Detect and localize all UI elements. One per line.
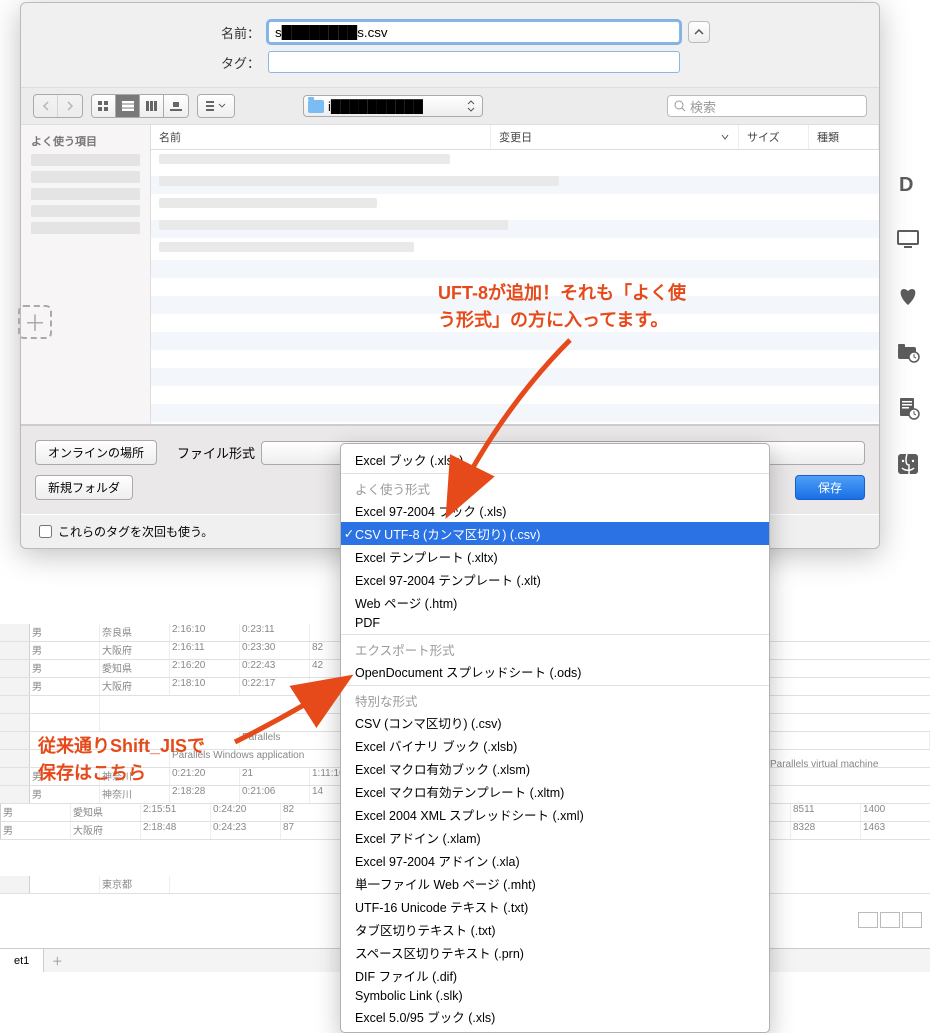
sheet-view-buttons[interactable]	[858, 912, 922, 928]
format-item[interactable]: Excel アドイン (.xlam)	[341, 826, 769, 849]
view-break-icon	[902, 912, 922, 928]
name-label: 名前：	[190, 23, 260, 42]
file-format-dropdown[interactable]: Excel ブック (.xlsx) よく使う形式 Excel 97-2004 ブ…	[340, 443, 770, 1033]
new-folder-button[interactable]: 新規フォルダ	[35, 475, 133, 500]
format-item[interactable]: CSV (コンマ区切り) (.csv)	[341, 711, 769, 734]
sidebar: よく使う項目	[21, 125, 151, 424]
nav-back-forward	[33, 94, 83, 118]
chevron-up-icon	[694, 27, 704, 37]
format-item[interactable]: DIF ファイル (.dif)	[341, 964, 769, 987]
view-mode-group	[91, 94, 189, 118]
format-item[interactable]: Excel 2004 XML スプレッドシート (.xml)	[341, 803, 769, 826]
search-icon	[674, 100, 686, 112]
view-layout-icon	[880, 912, 900, 928]
filename-input[interactable]	[268, 21, 680, 43]
finder-icon[interactable]	[894, 450, 922, 478]
sheet-tab[interactable]: et1	[0, 949, 44, 972]
heart-icon[interactable]	[894, 282, 922, 310]
format-item[interactable]: Excel 97-2004 テンプレート (.xlt)	[341, 568, 769, 591]
view-icon-button[interactable]	[92, 95, 116, 117]
online-locations-button[interactable]: オンラインの場所	[35, 440, 157, 465]
browser-toolbar: i██████████ 検索	[21, 87, 879, 125]
format-item[interactable]: PDF	[341, 614, 769, 632]
search-input[interactable]: 検索	[667, 95, 867, 117]
col-name: 名前	[151, 125, 491, 149]
format-item[interactable]: Excel 97-2004 アドイン (.xla)	[341, 849, 769, 872]
insert-cell-marker[interactable]: ＋	[18, 305, 52, 339]
format-item[interactable]: Web ページ (.htm)	[341, 591, 769, 614]
file-list[interactable]	[151, 150, 879, 424]
expand-browser-button[interactable]	[688, 21, 710, 43]
format-item[interactable]: Symbolic Link (.slk)	[341, 987, 769, 1005]
sidebar-favorites-header: よく使う項目	[31, 133, 140, 149]
save-button[interactable]: 保存	[795, 475, 865, 500]
format-group-header: エクスポート形式	[341, 637, 769, 660]
view-column-button[interactable]	[140, 95, 164, 117]
group-by-select[interactable]	[197, 94, 235, 118]
file-format-label: ファイル形式	[177, 443, 255, 462]
view-coverflow-button[interactable]	[164, 95, 188, 117]
format-item[interactable]: 単一ファイル Web ページ (.mht)	[341, 872, 769, 895]
add-sheet-button[interactable]: ＋	[44, 953, 70, 969]
page-clock-icon[interactable]	[894, 394, 922, 422]
folder-icon	[308, 100, 324, 113]
file-list-headers[interactable]: 名前 変更日 サイズ 種類	[151, 125, 879, 150]
format-group-header: 特別な形式	[341, 688, 769, 711]
format-item-selected[interactable]: CSV UTF-8 (カンマ区切り) (.csv)	[341, 522, 769, 545]
format-item[interactable]: Excel ブック (.xlsx)	[341, 448, 769, 471]
svg-text:D: D	[899, 174, 913, 195]
view-list-button[interactable]	[116, 95, 140, 117]
folder-clock-icon[interactable]	[894, 338, 922, 366]
location-select[interactable]: i██████████	[303, 95, 483, 117]
location-text: i██████████	[328, 99, 462, 114]
reuse-tags-checkbox[interactable]	[39, 525, 52, 538]
view-normal-icon	[858, 912, 878, 928]
format-item[interactable]: タブ区切りテキスト (.txt)	[341, 918, 769, 941]
reuse-tags-label: これらのタグを次回も使う。	[58, 523, 213, 540]
chevrons-icon	[466, 100, 476, 112]
nav-back-button[interactable]	[34, 95, 58, 117]
nav-forward-button[interactable]	[58, 95, 82, 117]
format-item[interactable]: スペース区切りテキスト (.prn)	[341, 941, 769, 964]
format-item[interactable]: UTF-16 Unicode テキスト (.txt)	[341, 895, 769, 918]
col-date: 変更日	[491, 125, 739, 149]
monitor-icon[interactable]	[894, 226, 922, 254]
format-item[interactable]: Excel マクロ有効テンプレート (.xltm)	[341, 780, 769, 803]
format-item[interactable]: Excel バイナリ ブック (.xlsb)	[341, 734, 769, 757]
format-group-header: よく使う形式	[341, 476, 769, 499]
col-size: サイズ	[739, 125, 809, 149]
bg-parallels-vm: Parallels virtual machine	[770, 759, 878, 770]
right-rail: D	[888, 170, 928, 478]
format-item[interactable]: Excel 5.0/95 ブック (.xls)	[341, 1005, 769, 1028]
col-kind: 種類	[809, 125, 879, 149]
sort-desc-icon	[720, 133, 730, 141]
tag-label: タグ：	[190, 53, 260, 72]
bold-d-icon[interactable]: D	[894, 170, 922, 198]
format-item[interactable]: OpenDocument スプレッドシート (.ods)	[341, 660, 769, 683]
format-item[interactable]: Excel 97-2004 ブック (.xls)	[341, 499, 769, 522]
format-item[interactable]: Excel テンプレート (.xltx)	[341, 545, 769, 568]
format-item[interactable]: Excel マクロ有効ブック (.xlsm)	[341, 757, 769, 780]
tag-input[interactable]	[268, 51, 680, 73]
